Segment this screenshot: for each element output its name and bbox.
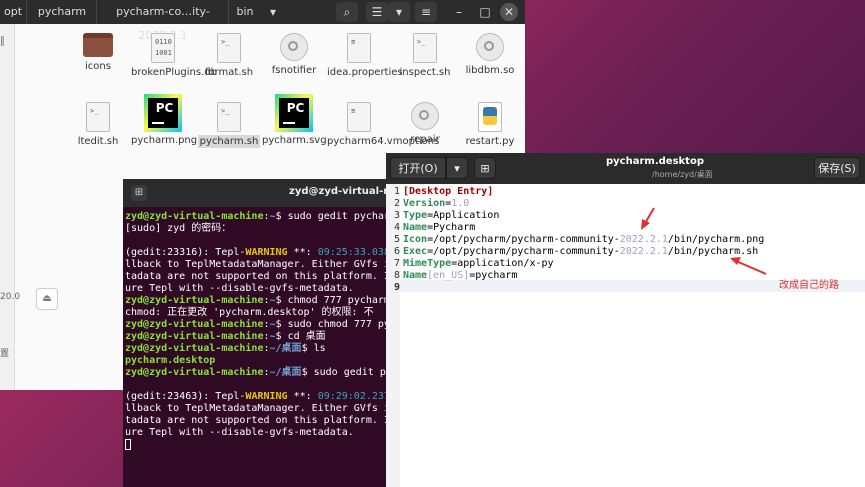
file-label: idea.properties [327,67,403,78]
minimize-button[interactable]: – [448,2,470,22]
breadcrumb-dropdown-icon[interactable]: ▾ [262,2,284,22]
file-item-inspect-sh[interactable]: >_ inspect.sh [393,33,457,78]
text-file-icon: ≡ [347,33,371,63]
file-item-brokenplugins[interactable]: 0110 1001 brokenPlugins.db [131,33,217,78]
file-label: libdbm.so [465,65,515,76]
view-list-icon[interactable]: ☰ [366,2,388,22]
arrow-head-exec [730,257,741,265]
file-label: pycharm.png [131,135,198,146]
terminal-cursor [125,439,131,450]
file-item-libdbm[interactable]: libdbm.so [458,33,522,76]
script-file-icon: >_ [217,33,241,63]
arrow-to-exec-line [735,260,767,275]
file-item-pycharm-svg[interactable]: PC pycharm.svg [262,94,327,146]
file-label: inspect.sh [399,67,451,78]
terminal-window[interactable]: ⊞ zyd@zyd-virtual-ma zyd@zyd-virtual-mac… [123,179,400,487]
binary-file-icon: 0110 1001 [151,33,175,63]
terminal-output[interactable]: zyd@zyd-virtual-machine:~$ sudo gedit py… [123,207,386,487]
terminal-title: zyd@zyd-virtual-ma [289,186,401,197]
search-icon[interactable]: ⌕ [336,2,358,22]
gedit-window: 打开(O) ▾ ⊞ pycharm.desktop /home/zyd/桌面 保… [386,153,865,487]
file-label: icons [85,61,111,72]
file-item-pycharm-sh[interactable]: >_ pycharm.sh [197,102,261,148]
file-item-restart-py[interactable]: restart.py [458,102,522,147]
executable-gear-icon [476,33,504,61]
eject-icon[interactable]: ⏏ [36,288,58,310]
file-label: ltedit.sh [77,136,119,147]
annotation-arrows [641,207,767,275]
file-item-repair[interactable]: repair [393,102,457,145]
terminal-titlebar: ⊞ zyd@zyd-virtual-ma [123,179,400,207]
breadcrumb-pycharm[interactable]: pycharm [26,0,97,24]
script-file-icon: >_ [86,102,110,132]
file-label: fsnotifier [271,65,317,76]
file-label: repair [410,134,440,145]
script-file-icon: >_ [413,33,437,63]
file-item-pycharm-png[interactable]: PC pycharm.png [131,94,198,146]
text-file-icon: ≡ [347,102,371,132]
new-tab-icon[interactable]: ⊞ [131,185,147,201]
sidebar-drive-label[interactable]: 20.0 [0,292,20,302]
pycharm-logo-icon: PC [144,94,182,132]
executable-gear-icon [411,102,439,130]
file-item-idea-properties[interactable]: ≡ idea.properties [327,33,403,78]
file-item-format-sh[interactable]: >_ format.sh [197,33,261,78]
maximize-button[interactable]: □ [474,2,496,22]
sidebar: ∥ 20.0 置 [0,24,20,390]
pycharm-logo-icon: PC [275,94,313,132]
file-item-icons[interactable]: icons [66,33,130,72]
file-item-pycharm64-vmoptions[interactable]: ≡ pycharm64.vmoptions [327,102,439,147]
executable-gear-icon [280,33,308,61]
file-item-ltedit-sh[interactable]: >_ ltedit.sh [66,102,130,147]
file-label: format.sh [204,67,254,78]
close-button[interactable]: ✕ [500,3,518,21]
sidebar-other-locations[interactable]: 置 [0,346,9,359]
breadcrumb-bin[interactable]: bin [228,0,261,24]
file-manager-header: opt pycharm pycharm-co…ity-2022.2.1 bin … [0,0,525,42]
file-label: pycharm.svg [262,135,327,146]
breadcrumb-opt[interactable]: opt [0,0,26,24]
breadcrumb-pycharm-community[interactable]: pycharm-co…ity-2022.2.1 [96,0,229,42]
menu-icon[interactable]: ≡ [415,2,437,22]
file-item-fsnotifier[interactable]: fsnotifier [262,33,326,76]
sidebar-item-fragment[interactable]: ∥ [0,36,5,47]
file-label: pycharm.sh [197,135,261,148]
python-file-icon [478,102,502,132]
view-options-icon[interactable]: ▾ [388,2,410,22]
script-file-icon: >_ [217,102,241,132]
file-label: restart.py [465,136,515,147]
annotation-label: 改成自己的路 [779,280,839,291]
folder-icon [83,33,113,57]
